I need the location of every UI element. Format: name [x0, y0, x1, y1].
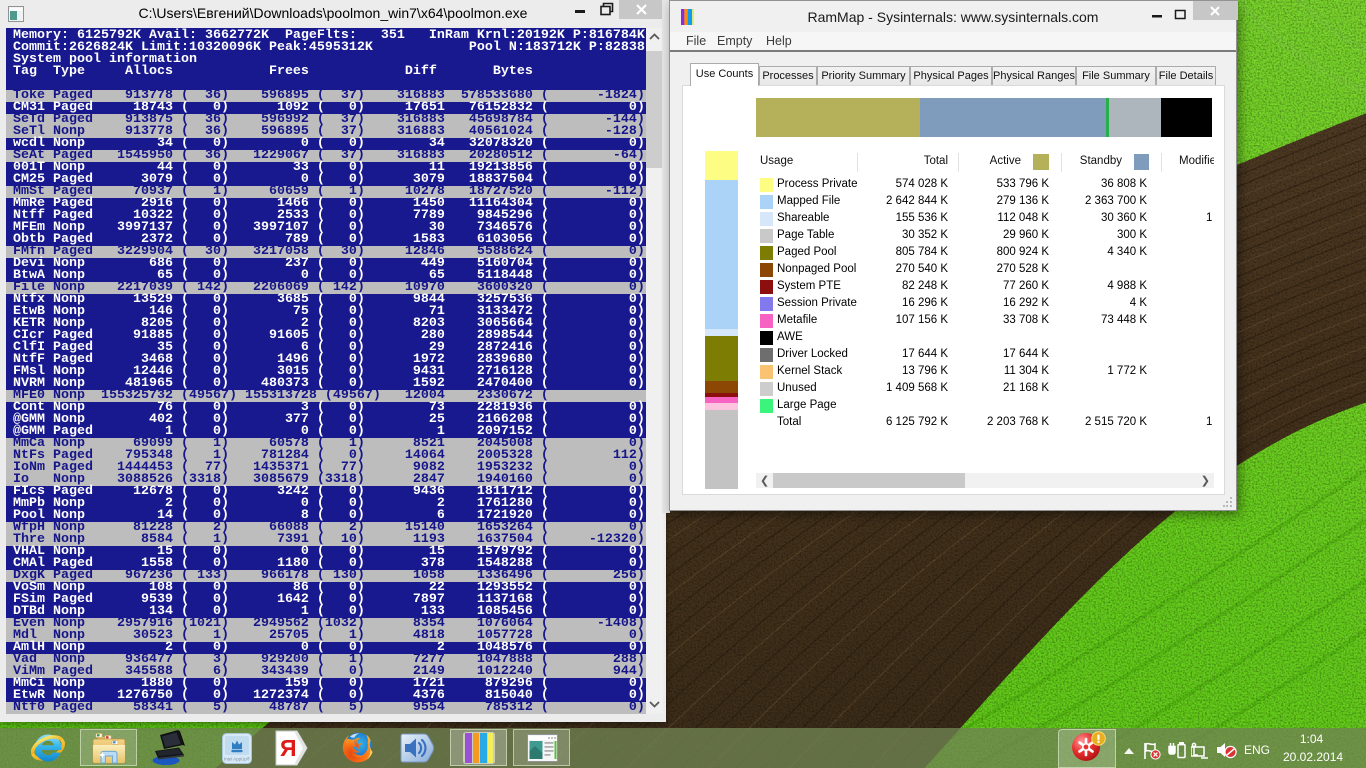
svg-text:Intel AppUp®: Intel AppUp®: [224, 757, 251, 762]
svg-text:Я: Я: [280, 735, 297, 761]
